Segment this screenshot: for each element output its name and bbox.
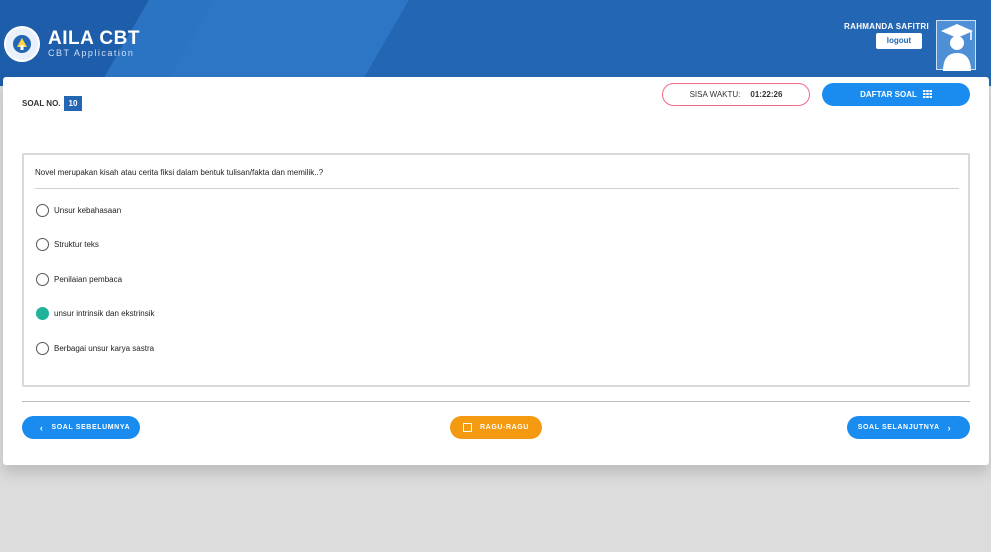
chevron-right-icon: › xyxy=(947,422,952,433)
previous-question-label: SOAL SEBELUMNYA xyxy=(51,424,131,431)
question-list-label: DAFTAR SOAL xyxy=(860,90,917,99)
option-label: Penilaian pembaca xyxy=(54,275,123,284)
exam-card: SOAL NO. 10 SISA WAKTU: 01:22:26 DAFTAR … xyxy=(3,77,989,465)
doubtful-button[interactable]: RAGU-RAGU xyxy=(450,416,542,439)
option-d[interactable]: unsur intrinsik dan ekstrinsik xyxy=(36,307,154,320)
next-question-button[interactable]: SOAL SELANJUTNYA › xyxy=(847,416,970,439)
tut-wuri-emblem-icon xyxy=(4,26,40,62)
option-label: Struktur teks xyxy=(54,240,99,249)
question-list-button[interactable]: DAFTAR SOAL xyxy=(822,83,970,106)
question-number: SOAL NO. 10 xyxy=(22,96,83,111)
option-label: Unsur kebahasaan xyxy=(54,206,122,215)
app-logo: AILA CBT CBT Application xyxy=(4,26,140,62)
radio-button[interactable] xyxy=(36,238,49,251)
option-a[interactable]: Unsur kebahasaan xyxy=(36,204,121,217)
option-e[interactable]: Berbagai unsur karya sastra xyxy=(36,342,154,355)
question-number-label: SOAL NO. xyxy=(22,99,61,108)
grid-icon xyxy=(922,89,932,100)
next-question-label: SOAL SELANJUTNYA xyxy=(857,424,940,431)
user-name: RAHMANDA SAFITRI xyxy=(844,22,929,31)
app-header: AILA CBT CBT Application RAHMANDA SAFITR… xyxy=(0,0,991,86)
option-c[interactable]: Penilaian pembaca xyxy=(36,273,122,286)
radio-button-selected[interactable] xyxy=(36,307,49,320)
question-box: Novel merupakan kisah atau cerita fiksi … xyxy=(22,153,970,387)
app-subtitle: CBT Application xyxy=(48,48,135,58)
app-title: AILA CBT xyxy=(48,28,140,49)
radio-button[interactable] xyxy=(36,204,49,217)
question-number-badge: 10 xyxy=(63,96,83,111)
option-label: Berbagai unsur karya sastra xyxy=(54,344,155,353)
doubtful-label: RAGU-RAGU xyxy=(480,424,529,431)
question-text: Novel merupakan kisah atau cerita fiksi … xyxy=(35,168,324,177)
option-b[interactable]: Struktur teks xyxy=(36,238,99,251)
checkbox-icon xyxy=(463,423,473,432)
timer: SISA WAKTU: 01:22:26 xyxy=(662,83,810,106)
chevron-left-icon: ‹ xyxy=(39,422,44,433)
previous-question-button[interactable]: ‹ SOAL SEBELUMNYA xyxy=(22,416,140,439)
radio-button[interactable] xyxy=(36,342,49,355)
timer-value: 01:22:26 xyxy=(750,90,783,99)
logout-button[interactable]: logout xyxy=(876,33,922,49)
divider xyxy=(35,188,959,189)
option-label: unsur intrinsik dan ekstrinsik xyxy=(54,309,155,318)
radio-button[interactable] xyxy=(36,273,49,286)
divider xyxy=(22,401,970,402)
user-avatar-icon xyxy=(936,20,976,71)
timer-label: SISA WAKTU: xyxy=(689,90,741,99)
